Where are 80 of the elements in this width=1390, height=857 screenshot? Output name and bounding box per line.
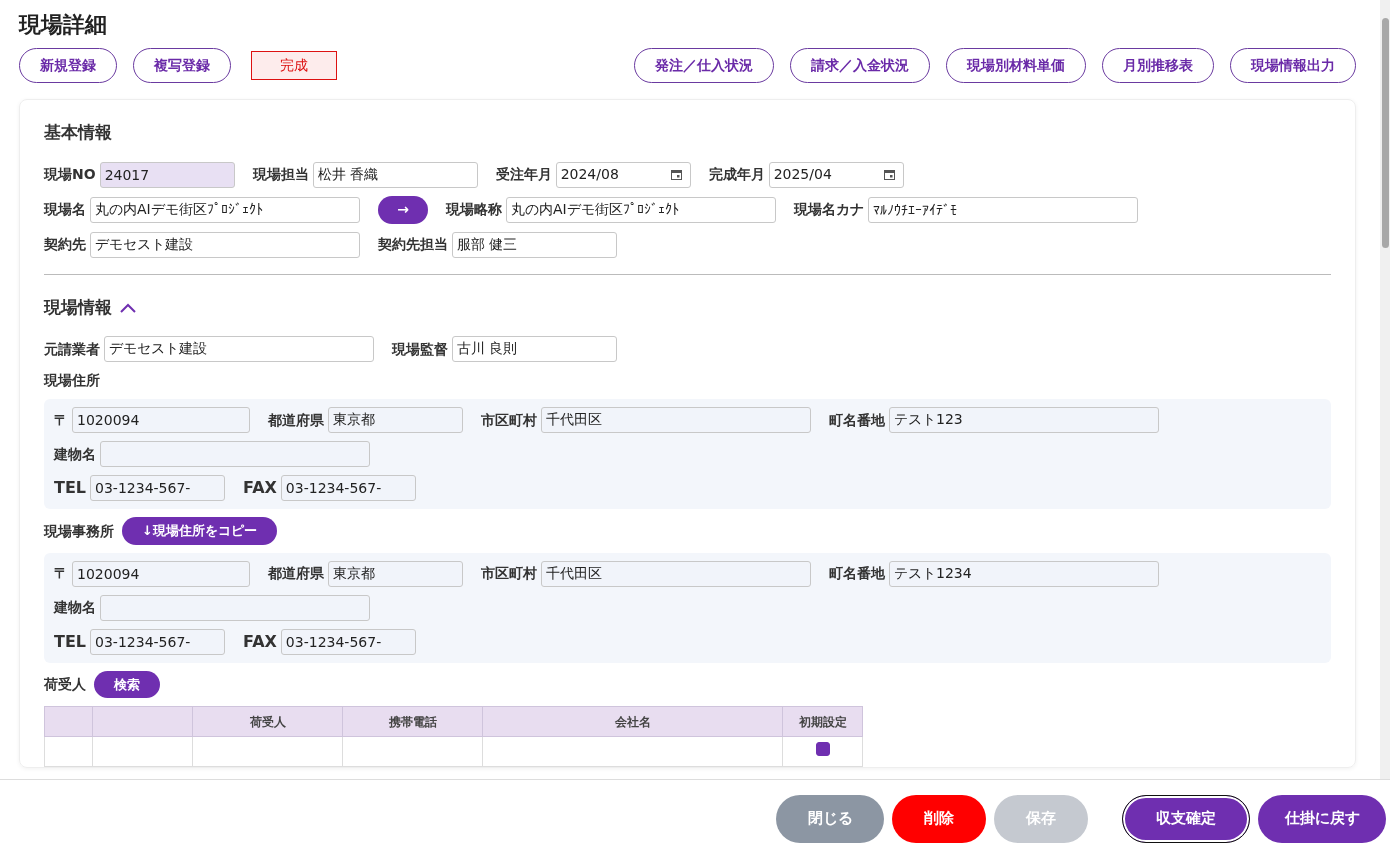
footer-button[interactable]: 仕掛に戻す <box>1258 794 1386 843</box>
footer-button[interactable]: 収支確定 <box>1122 794 1250 843</box>
column-header: 会社名 <box>482 706 783 737</box>
table-cell <box>44 736 93 767</box>
field-label: FAX <box>243 630 277 653</box>
date-field[interactable]: 2024/08 <box>555 161 691 188</box>
field-label: 建物名 <box>54 444 96 464</box>
input-field[interactable]: 03-1234-567- <box>280 475 416 502</box>
input-field[interactable]: 東京都 <box>328 407 463 434</box>
action-button[interactable]: 新規登録 <box>19 48 117 84</box>
input-field[interactable]: 古川 良則 <box>452 336 617 363</box>
field-label: 荷受人 <box>44 675 86 695</box>
field-label: 現場名カナ <box>794 200 864 220</box>
input-field[interactable]: 丸の内AIデモ街区ﾌﾟﾛｼﾞｪｸﾄ <box>90 196 360 223</box>
input-field[interactable]: 03-1234-567- <box>280 628 416 655</box>
field-label: 都道府県 <box>268 410 324 430</box>
field-label: TEL <box>54 630 87 653</box>
input-field[interactable]: 服部 健三 <box>452 231 617 258</box>
checkbox[interactable] <box>815 742 830 757</box>
field-label: 受注年月 <box>495 165 552 185</box>
section-title: 基本情報 <box>44 121 113 145</box>
arrow-button[interactable]: → <box>378 195 428 224</box>
status-badge: 完成 <box>251 51 337 81</box>
field-label: 建物名 <box>54 598 96 618</box>
input-field[interactable]: テスト123 <box>889 407 1159 434</box>
field-label: 現場住所 <box>44 371 100 391</box>
field-label: 町名番地 <box>829 410 885 430</box>
field-label: 現場略称 <box>446 200 502 220</box>
column-header: 荷受人 <box>192 706 343 737</box>
input-field[interactable]: 03-1234-567- <box>90 628 226 655</box>
action-button[interactable]: 月別推移表 <box>1102 48 1214 84</box>
input-field[interactable]: 千代田区 <box>541 407 811 434</box>
input-field[interactable]: 24017 <box>99 161 235 188</box>
date-field[interactable]: 2025/04 <box>768 161 904 188</box>
input-field[interactable]: デモセスト建設 <box>104 336 374 363</box>
field-label: 現場事務所 <box>44 521 114 541</box>
field-label: 現場NO <box>44 165 96 185</box>
field-label: 契約先担当 <box>378 235 448 255</box>
input-field[interactable]: 千代田区 <box>541 560 811 587</box>
action-button[interactable]: 現場情報出力 <box>1230 48 1356 84</box>
field-label: 都道府県 <box>268 564 324 584</box>
input-field[interactable]: 1020094 <box>72 560 250 587</box>
copy-button[interactable]: ↓現場住所をコピー <box>122 517 277 545</box>
input-field[interactable]: 03-1234-567- <box>90 475 226 502</box>
field-label: FAX <box>243 477 277 500</box>
field-label: TEL <box>54 477 87 500</box>
field-label: 現場担当 <box>252 165 309 185</box>
search-button[interactable]: 検索 <box>94 670 160 699</box>
input-field[interactable]: 丸の内AIデモ街区ﾌﾟﾛｼﾞｪｸﾄ <box>506 196 776 223</box>
field-label: 〒 <box>54 410 68 430</box>
input-field[interactable]: 1020094 <box>72 407 250 434</box>
input-field[interactable]: テスト1234 <box>889 560 1159 587</box>
scrollbar-drawing[interactable] <box>1380 0 1390 779</box>
input-field[interactable]: 東京都 <box>328 560 463 587</box>
column-header: 携帯電話 <box>342 706 483 737</box>
input-field[interactable]: デモセスト建設 <box>90 231 360 258</box>
input-field[interactable] <box>100 441 370 468</box>
field-label: 現場名 <box>44 200 86 220</box>
input-field[interactable] <box>100 594 370 621</box>
chevron-up-icon[interactable] <box>120 302 136 313</box>
section-title: 現場情報 <box>44 295 112 319</box>
action-button[interactable]: 請求／入金状況 <box>790 48 930 84</box>
footer-button[interactable]: 削除 <box>892 794 986 843</box>
field-label: 〒 <box>54 564 68 584</box>
field-label: 市区町村 <box>481 564 537 584</box>
field-label: 元請業者 <box>44 339 100 359</box>
field-label: 契約先 <box>44 235 86 255</box>
field-label: 完成年月 <box>708 165 765 185</box>
input-field[interactable]: 松井 香織 <box>312 161 478 188</box>
action-button[interactable]: 発注／仕入状況 <box>634 48 774 84</box>
field-label: 市区町村 <box>481 410 537 430</box>
calendar-icon[interactable] <box>883 169 895 181</box>
input-field[interactable]: ﾏﾙﾉｳﾁｴｰｱｲﾃﾞﾓ <box>868 196 1138 223</box>
column-header: 初期設定 <box>782 706 863 737</box>
field-label: 町名番地 <box>829 564 885 584</box>
page-title: 現場詳細 <box>19 12 108 39</box>
action-button[interactable]: 現場別材料単価 <box>946 48 1086 84</box>
calendar-icon[interactable] <box>670 169 682 181</box>
field-label: 現場監督 <box>392 339 448 359</box>
action-button[interactable]: 複写登録 <box>133 48 231 84</box>
